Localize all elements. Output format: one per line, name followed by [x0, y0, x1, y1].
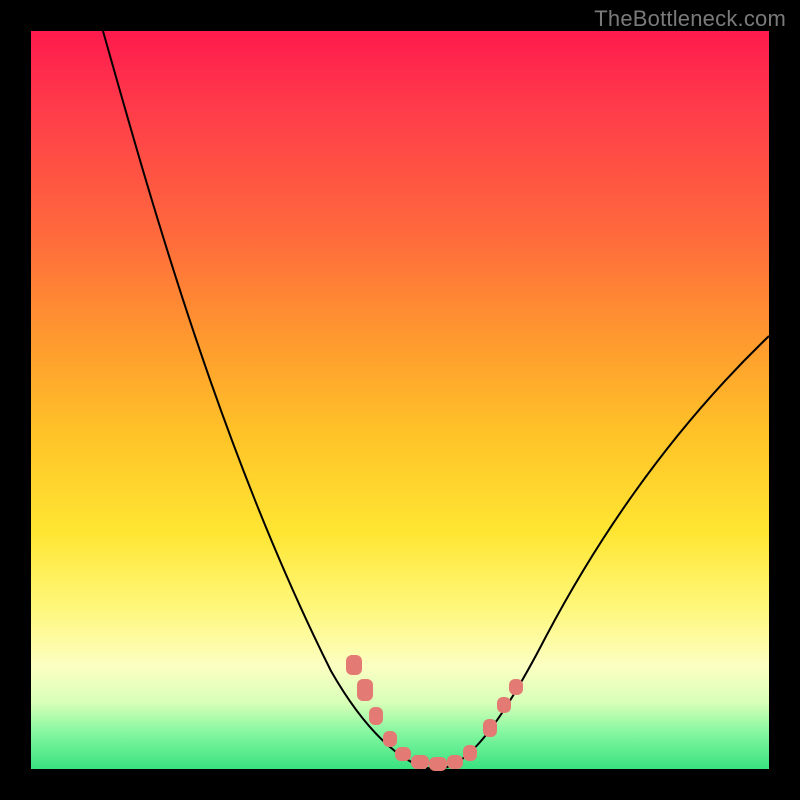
- bottleneck-curve: [103, 31, 769, 769]
- watermark-text: TheBottleneck.com: [594, 6, 786, 32]
- highlight-beads: [346, 655, 523, 771]
- curve-svg: [31, 31, 769, 769]
- chart-plot-area: [31, 31, 769, 769]
